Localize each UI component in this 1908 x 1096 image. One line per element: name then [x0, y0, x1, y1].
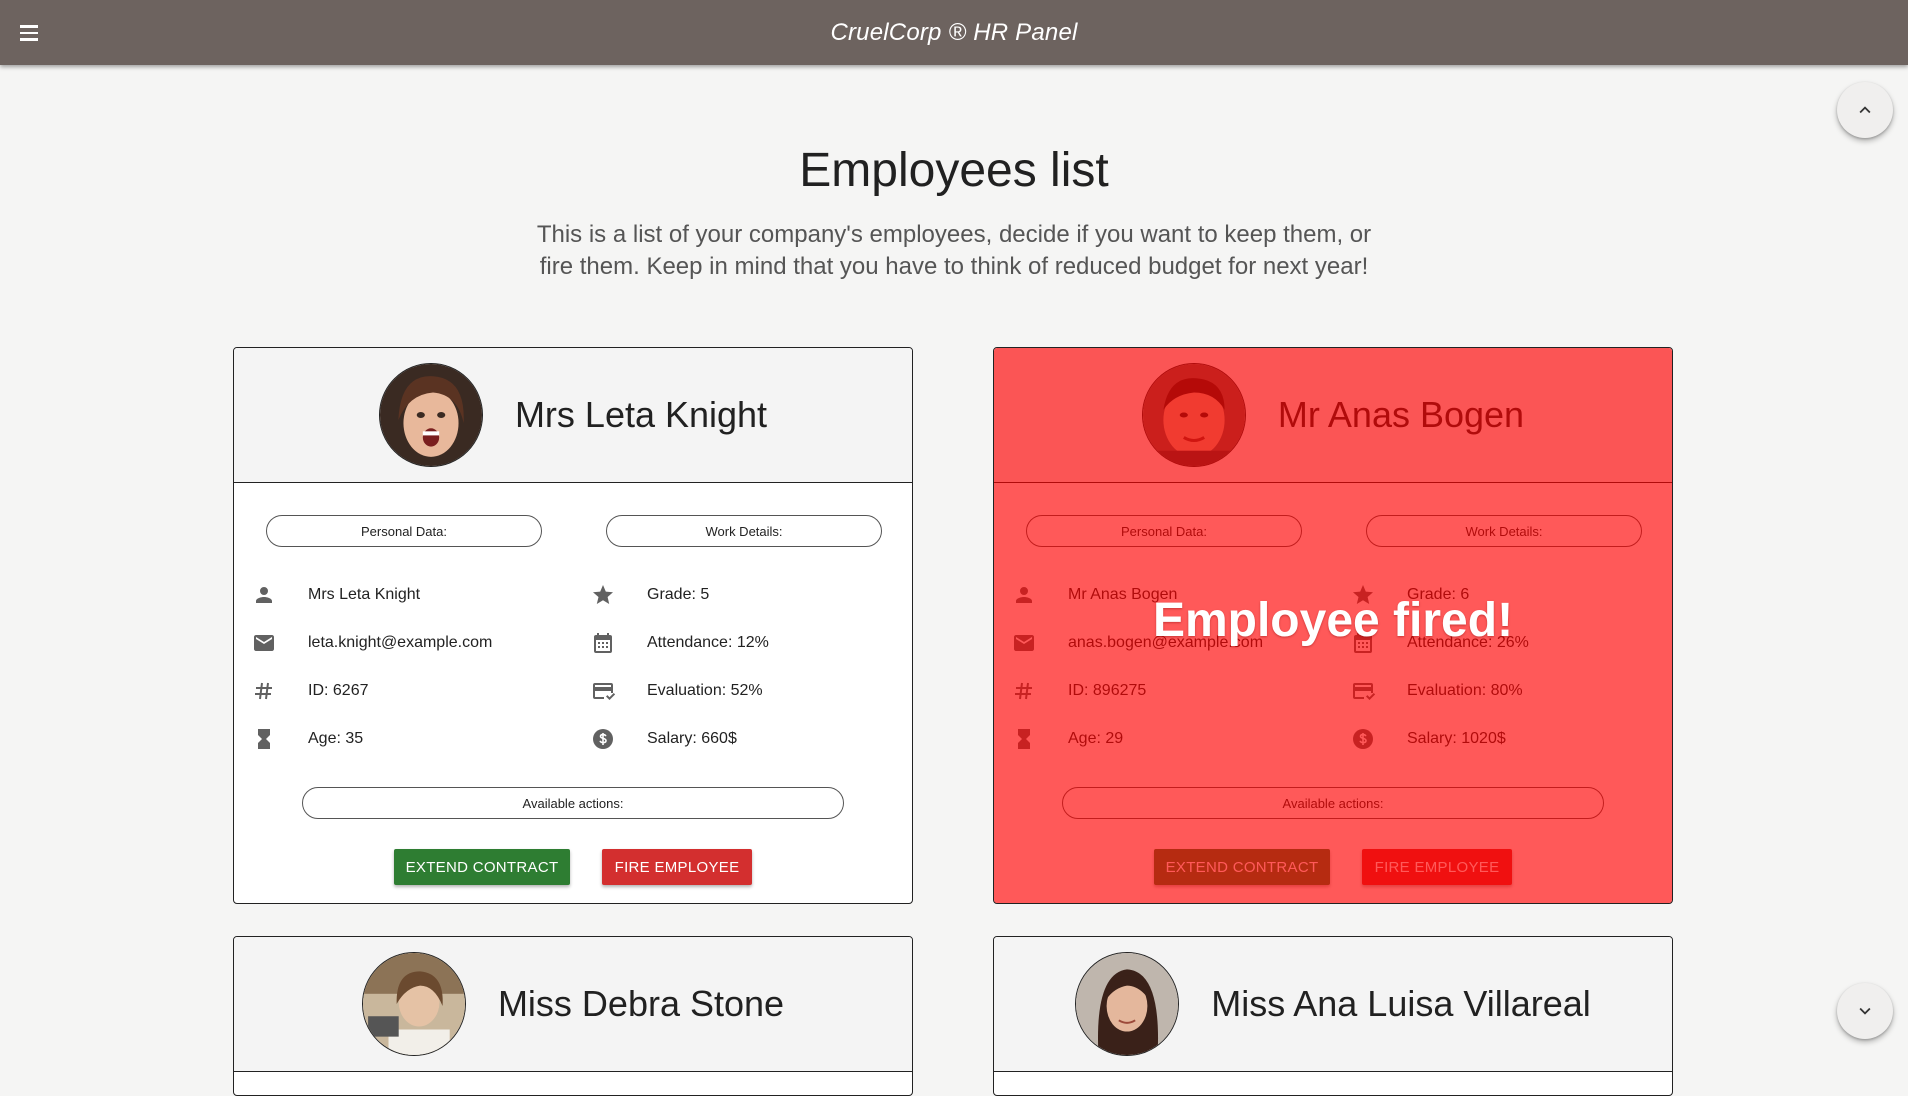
email-row: leta.knight@example.com [252, 631, 552, 655]
grade-row: Grade: 5 [591, 583, 891, 607]
employee-card: Miss Ana Luisa Villareal [993, 936, 1673, 1096]
salary-row: Salary: 1020$ [1351, 727, 1651, 751]
employee-name: Miss Ana Luisa Villareal [1211, 983, 1591, 1024]
scroll-down-button[interactable] [1837, 983, 1893, 1039]
avatar [1141, 363, 1246, 467]
hourglass-icon [252, 727, 276, 751]
personal-data-label: Personal Data: [1026, 515, 1302, 547]
employee-salary: Salary: 1020$ [1407, 730, 1506, 747]
dollar-icon [1351, 727, 1375, 751]
personal-data-label: Personal Data: [266, 515, 542, 547]
employee-evaluation: Evaluation: 80% [1407, 682, 1523, 699]
extend-contract-button: Extend contract [1154, 849, 1330, 885]
fire-employee-button: Fire employee [1362, 849, 1512, 885]
card-body: Personal Data: Work Details: Mrs Leta Kn… [234, 483, 912, 903]
evaluation-row: Evaluation: 80% [1351, 679, 1651, 703]
employee-card: Mrs Leta Knight Personal Data: Work Deta… [233, 347, 913, 904]
name-row: Mrs Leta Knight [252, 583, 552, 607]
hash-icon [252, 679, 276, 703]
fired-message: Employee fired! [1152, 594, 1514, 647]
page-title: Employees list [799, 144, 1109, 197]
age-row: Age: 35 [252, 727, 552, 751]
employee-id: ID: 896275 [1068, 682, 1147, 699]
avatar [361, 952, 466, 1056]
age-row: Age: 29 [1012, 727, 1312, 751]
app-bar: CruelCorp ® HR Panel [0, 0, 1908, 65]
employee-name: Mrs Leta Knight [514, 394, 768, 435]
hourglass-icon [1012, 727, 1036, 751]
id-row: ID: 6267 [252, 679, 552, 703]
employee-attendance: Attendance: 12% [647, 634, 769, 651]
card-header: Miss Ana Luisa Villareal [994, 937, 1672, 1072]
attendance-row: Attendance: 12% [591, 631, 891, 655]
card-check-icon [591, 679, 615, 703]
evaluation-row: Evaluation: 52% [591, 679, 891, 703]
employee-evaluation: Evaluation: 52% [647, 682, 763, 699]
hash-icon [1012, 679, 1036, 703]
card-check-icon [1351, 679, 1375, 703]
avatar [378, 363, 483, 467]
calendar-icon [591, 631, 615, 655]
extend-contract-button[interactable]: Extend contract [394, 849, 570, 885]
salary-row: Salary: 660$ [591, 727, 891, 751]
work-details-label: Work Details: [1366, 515, 1642, 547]
personal-name: Mrs Leta Knight [308, 586, 421, 603]
card-header: Miss Debra Stone [234, 937, 912, 1072]
employee-card-fired: Mr Anas Bogen Personal Data: Work Detail… [993, 347, 1673, 904]
scroll-up-button[interactable] [1837, 82, 1893, 138]
employee-email: leta.knight@example.com [308, 634, 493, 651]
menu-icon[interactable] [14, 19, 44, 47]
work-details-label: Work Details: [606, 515, 882, 547]
card-body: Personal Data: Work Details: Mr Anas Bog… [994, 483, 1672, 903]
available-actions-label: Available actions: [1062, 787, 1604, 819]
employee-card: Miss Debra Stone [233, 936, 913, 1096]
card-header: Mr Anas Bogen [994, 348, 1672, 483]
available-actions-label: Available actions: [302, 787, 844, 819]
fire-employee-button[interactable]: Fire employee [602, 849, 752, 885]
chevron-down-icon [1859, 1007, 1871, 1015]
employee-grade: Grade: 5 [647, 586, 710, 603]
employee-age: Age: 35 [308, 730, 364, 747]
dollar-icon [591, 727, 615, 751]
chevron-up-icon [1859, 106, 1871, 114]
card-header: Mrs Leta Knight [234, 348, 912, 483]
person-icon [252, 583, 276, 607]
id-row: ID: 896275 [1012, 679, 1312, 703]
employee-id: ID: 6267 [308, 682, 369, 699]
email-icon [252, 631, 276, 655]
avatar [1075, 952, 1180, 1056]
employee-name: Miss Debra Stone [497, 983, 785, 1024]
star-icon [591, 583, 615, 607]
page-intro: This is a list of your company's employe… [536, 221, 1372, 280]
employee-age: Age: 29 [1068, 730, 1124, 747]
employee-salary: Salary: 660$ [647, 730, 737, 747]
app-title: CruelCorp ® HR Panel [830, 18, 1078, 46]
employee-name: Mr Anas Bogen [1277, 394, 1525, 435]
